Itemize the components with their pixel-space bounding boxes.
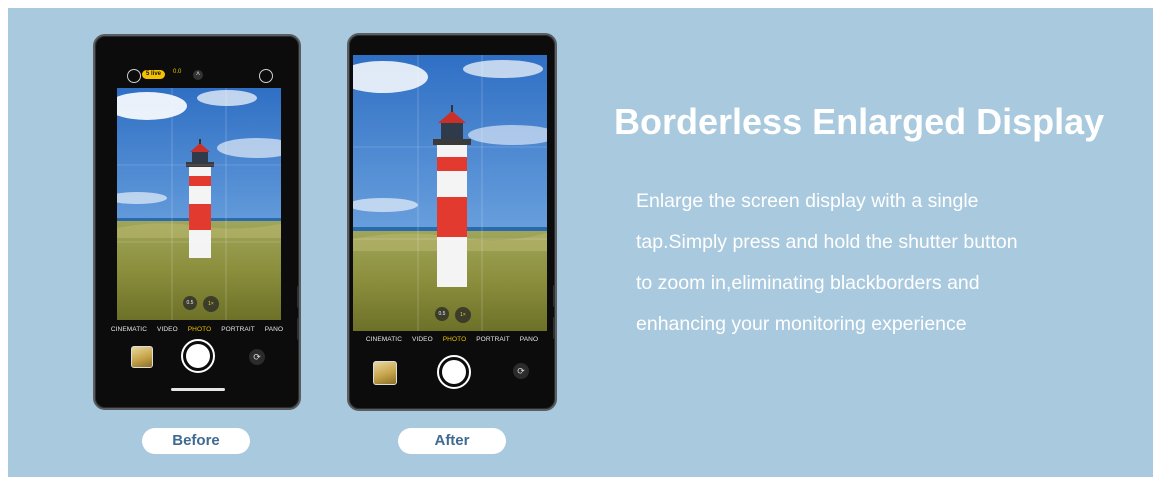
zoom-0-5-button[interactable]: 0.5 — [183, 296, 197, 310]
camera-flip-icon[interactable]: ⟳ — [249, 349, 265, 365]
side-button — [297, 318, 299, 340]
headline: Borderless Enlarged Display — [614, 101, 1105, 142]
flash-off-icon[interactable] — [127, 69, 141, 83]
side-button — [553, 317, 555, 339]
camera-mode-bar: CINEMATIC VIDEO PHOTO PORTRAIT PANO — [349, 336, 555, 343]
after-label: After — [398, 428, 506, 454]
mode-video[interactable]: VIDEO — [412, 336, 433, 343]
zoom-0-5-button[interactable]: 0.5 — [435, 307, 449, 321]
enlarged-viewfinder-photo: 0.5 1× — [353, 55, 547, 331]
promo-banner: 5 live 0.0 ˄ 0.5 1× CINEMATIC VIDEO PHOT… — [8, 8, 1153, 477]
description: Enlarge the screen display with a single… — [636, 181, 1136, 345]
lighthouse-photo — [353, 55, 547, 331]
side-button — [553, 285, 555, 307]
mode-portrait[interactable]: PORTRAIT — [476, 336, 510, 343]
gallery-thumbnail[interactable] — [373, 361, 397, 385]
description-line: enhancing your monitoring experience — [636, 313, 967, 335]
description-line: Enlarge the screen display with a single — [636, 190, 979, 212]
side-button — [297, 286, 299, 308]
mode-cinematic[interactable]: CINEMATIC — [366, 336, 402, 343]
mode-pano[interactable]: PANO — [265, 326, 283, 333]
mode-pano[interactable]: PANO — [520, 336, 538, 343]
camera-top-bar: 5 live 0.0 ˄ — [95, 64, 299, 86]
mode-photo[interactable]: PHOTO — [188, 326, 212, 333]
mode-photo[interactable]: PHOTO — [443, 336, 467, 343]
mode-portrait[interactable]: PORTRAIT — [221, 326, 255, 333]
home-indicator — [171, 388, 225, 391]
after-phone: 0.5 1× CINEMATIC VIDEO PHOTO PORTRAIT PA… — [347, 33, 557, 411]
zoom-1x-button[interactable]: 1× — [203, 296, 219, 312]
mode-cinematic[interactable]: CINEMATIC — [111, 326, 147, 333]
shutter-button[interactable] — [181, 339, 215, 373]
gallery-thumbnail[interactable] — [131, 346, 153, 368]
live-badge[interactable]: 5 live — [142, 70, 166, 79]
viewfinder-photo: 0.5 1× — [117, 88, 281, 320]
description-line: to zoom in,eliminating blackborders and — [636, 272, 980, 294]
zoom-selector: 0.5 1× — [435, 307, 471, 323]
description-line: tap.Simply press and hold the shutter bu… — [636, 231, 1018, 253]
exposure-readout: 0.0 — [173, 69, 182, 75]
shutter-button[interactable] — [437, 355, 471, 389]
zoom-selector: 0.5 1× — [183, 296, 219, 312]
lighthouse-photo — [117, 88, 281, 320]
mode-video[interactable]: VIDEO — [157, 326, 178, 333]
zoom-1x-button[interactable]: 1× — [455, 307, 471, 323]
camera-flip-icon[interactable]: ⟳ — [513, 363, 529, 379]
live-photo-off-icon[interactable] — [259, 69, 273, 83]
camera-mode-bar: CINEMATIC VIDEO PHOTO PORTRAIT PANO — [95, 326, 299, 333]
chevron-up-icon[interactable]: ˄ — [193, 70, 203, 80]
before-phone: 5 live 0.0 ˄ 0.5 1× CINEMATIC VIDEO PHOT… — [93, 34, 301, 410]
before-label: Before — [142, 428, 250, 454]
